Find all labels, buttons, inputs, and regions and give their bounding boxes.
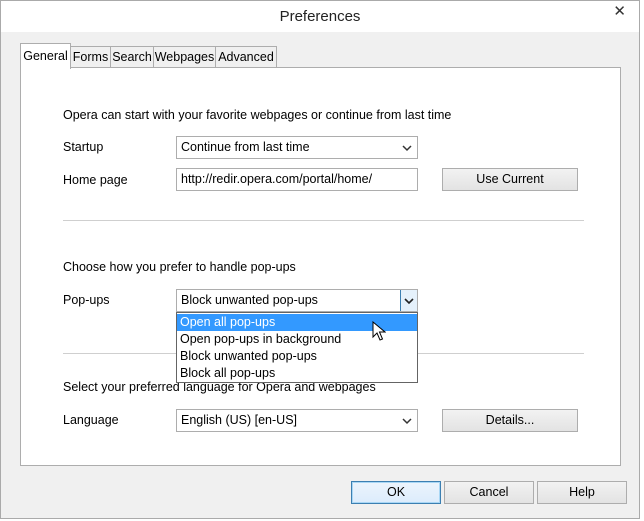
startup-intro: Opera can start with your favorite webpa… [63,108,452,122]
language-select[interactable]: English (US) [en-US] [176,409,418,432]
dropdown-option-block-all[interactable]: Block all pop-ups [177,365,417,382]
preferences-window: Preferences ✕ General Forms Search Webpa… [0,0,640,519]
title-bar: Preferences ✕ [1,1,639,32]
help-button[interactable]: Help [537,481,627,504]
tab-forms[interactable]: Forms [70,46,111,68]
language-label: Language [63,413,119,427]
startup-select-value: Continue from last time [181,140,310,154]
general-panel: Opera can start with your favorite webpa… [20,67,621,466]
startup-select[interactable]: Continue from last time [176,136,418,159]
window-title: Preferences [279,8,361,25]
popups-intro: Choose how you prefer to handle pop-ups [63,260,296,274]
tab-advanced[interactable]: Advanced [215,46,277,68]
ok-button[interactable]: OK [351,481,441,504]
homepage-input[interactable]: http://redir.opera.com/portal/home/ [176,168,418,191]
homepage-label: Home page [63,173,128,187]
popups-label: Pop-ups [63,293,110,307]
separator [63,220,584,221]
details-button[interactable]: Details... [442,409,578,432]
popups-select[interactable]: Block unwanted pop-ups [176,289,418,312]
cancel-button[interactable]: Cancel [444,481,534,504]
tab-webpages[interactable]: Webpages [153,46,216,68]
chevron-down-icon [402,418,412,425]
popups-select-value: Block unwanted pop-ups [181,293,318,307]
tab-search[interactable]: Search [110,46,154,68]
homepage-input-value: http://redir.opera.com/portal/home/ [181,172,373,186]
tab-general[interactable]: General [20,43,71,69]
chevron-down-icon [404,298,414,305]
mouse-pointer-icon [372,321,386,341]
language-select-value: English (US) [en-US] [181,413,298,427]
close-icon[interactable]: ✕ [613,4,626,19]
use-current-button[interactable]: Use Current [442,168,578,191]
dropdown-option-block-unwanted[interactable]: Block unwanted pop-ups [177,348,417,365]
chevron-down-icon [402,145,412,152]
startup-label: Startup [63,140,104,154]
popups-dropdown-button[interactable] [400,290,417,311]
